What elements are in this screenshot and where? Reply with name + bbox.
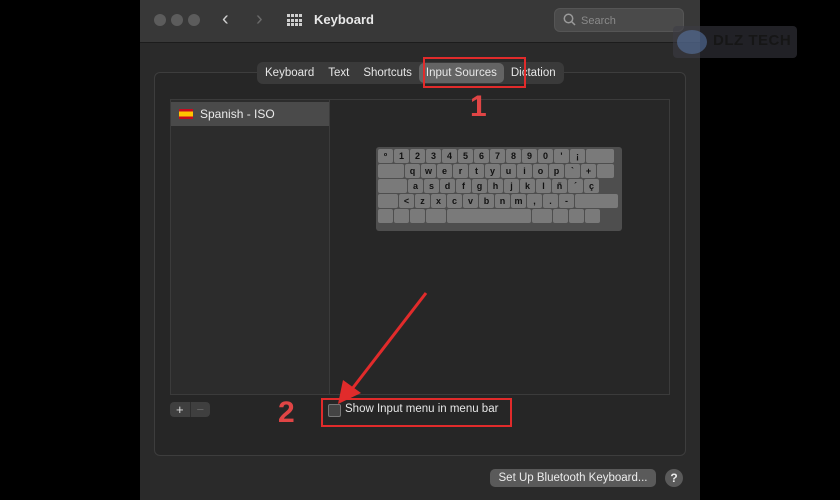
annotation-arrow [338, 292, 428, 404]
arrow-shaft [350, 292, 428, 390]
